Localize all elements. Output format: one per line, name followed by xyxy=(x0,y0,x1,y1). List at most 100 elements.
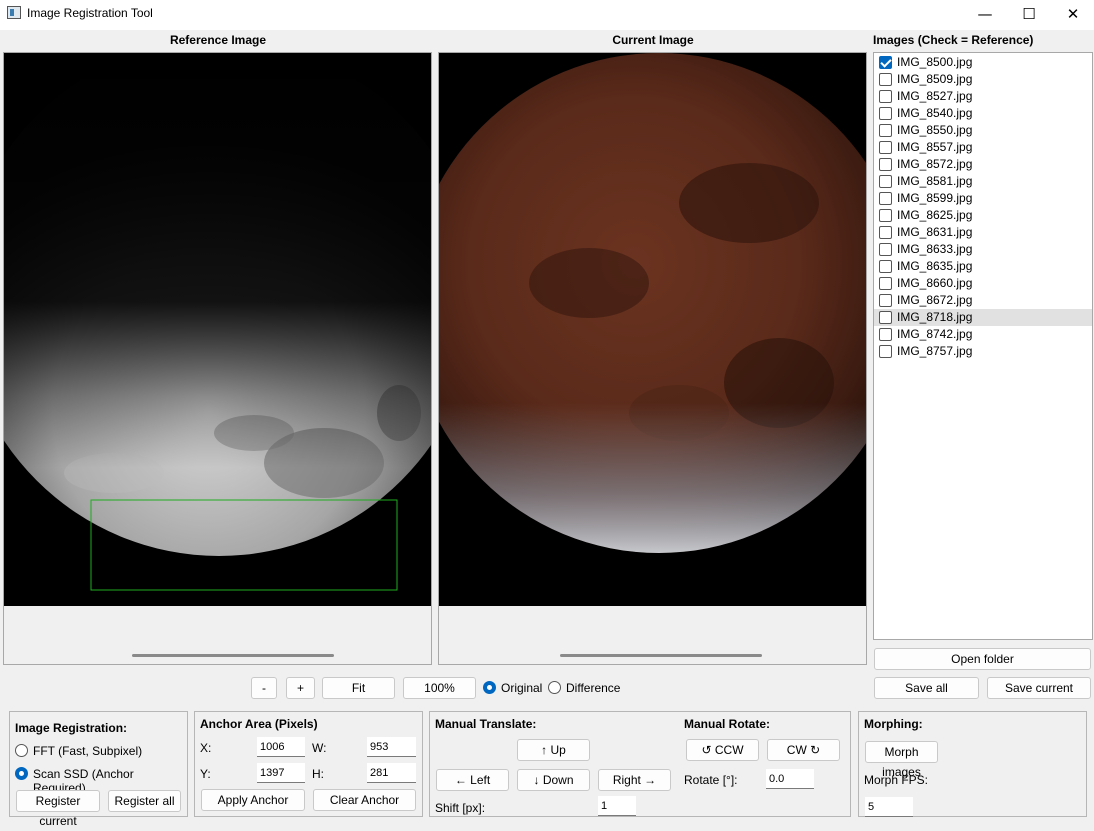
current-image-viewer[interactable] xyxy=(438,52,867,665)
image-list-item[interactable]: IMG_8660.jpg xyxy=(874,275,1092,292)
difference-label: Difference xyxy=(566,681,621,695)
morph-fps-label: Morph FPS: xyxy=(864,773,929,787)
image-list-item[interactable]: IMG_8635.jpg xyxy=(874,258,1092,275)
reference-checkbox[interactable] xyxy=(879,141,892,154)
anchor-x-input[interactable] xyxy=(257,737,305,757)
reference-checkbox[interactable] xyxy=(879,243,892,256)
rotate-input[interactable] xyxy=(766,769,814,789)
shift-input[interactable] xyxy=(598,796,636,816)
image-list-item[interactable]: IMG_8757.jpg xyxy=(874,343,1092,360)
open-folder-button[interactable]: Open folder xyxy=(874,648,1091,670)
reference-checkbox[interactable] xyxy=(879,260,892,273)
image-list-item[interactable]: IMG_8625.jpg xyxy=(874,207,1092,224)
image-list-item[interactable]: IMG_8742.jpg xyxy=(874,326,1092,343)
reference-checkbox[interactable] xyxy=(879,209,892,222)
image-filename: IMG_8500.jpg xyxy=(897,55,973,69)
apply-anchor-button[interactable]: Apply Anchor xyxy=(201,789,305,811)
image-filename: IMG_8509.jpg xyxy=(897,72,973,86)
reference-checkbox[interactable] xyxy=(879,328,892,341)
current-image-canvas[interactable] xyxy=(439,53,866,606)
reference-checkbox[interactable] xyxy=(879,226,892,239)
current-horizontal-scrollbar[interactable] xyxy=(560,654,762,657)
rotate-cw-button[interactable]: CW ↻ xyxy=(767,739,840,761)
rotate-label: Rotate [°]: xyxy=(684,773,738,787)
reference-checkbox[interactable] xyxy=(879,175,892,188)
image-filename: IMG_8672.jpg xyxy=(897,293,973,307)
reference-checkbox[interactable] xyxy=(879,311,892,324)
morph-images-button[interactable]: Morph images xyxy=(865,741,938,779)
reference-horizontal-scrollbar[interactable] xyxy=(132,654,334,657)
image-registration-group: Image Registration: FFT (Fast, Subpixel)… xyxy=(9,711,188,828)
image-list-item[interactable]: IMG_8581.jpg xyxy=(874,173,1092,190)
current-image-title: Current Image xyxy=(612,33,694,47)
reference-image-title: Reference Image xyxy=(169,33,267,47)
shift-label: Shift [px]: xyxy=(435,801,486,815)
reference-checkbox[interactable] xyxy=(879,277,892,290)
anchor-y-input[interactable] xyxy=(257,763,305,783)
anchor-x-label: X: xyxy=(200,741,212,755)
image-list-item[interactable]: IMG_8540.jpg xyxy=(874,105,1092,122)
anchor-area-group: Anchor Area (Pixels) X: W: Y: H: Apply A… xyxy=(194,711,423,817)
register-all-button[interactable]: Register all xyxy=(108,790,181,812)
image-list-item[interactable]: IMG_8557.jpg xyxy=(874,139,1092,156)
image-list-item[interactable]: IMG_8672.jpg xyxy=(874,292,1092,309)
reference-image-canvas[interactable] xyxy=(4,53,431,606)
fft-radio[interactable] xyxy=(15,744,28,757)
image-filename: IMG_8527.jpg xyxy=(897,89,973,103)
zoom-in-button[interactable]: + xyxy=(286,677,315,699)
translate-right-button[interactable]: Right → xyxy=(598,769,671,791)
reference-checkbox[interactable] xyxy=(879,107,892,120)
original-radio[interactable] xyxy=(483,681,496,694)
reference-checkbox[interactable] xyxy=(879,124,892,137)
maximize-button[interactable]: ☐ xyxy=(1006,0,1052,30)
translate-up-button[interactable]: ↑ Up xyxy=(517,739,590,761)
image-list-item[interactable]: IMG_8550.jpg xyxy=(874,122,1092,139)
image-list-item[interactable]: IMG_8631.jpg xyxy=(874,224,1092,241)
morph-fps-input[interactable] xyxy=(865,797,913,817)
anchor-h-input[interactable] xyxy=(367,763,416,783)
image-list-item[interactable]: IMG_8718.jpg xyxy=(874,309,1092,326)
reference-checkbox[interactable] xyxy=(879,158,892,171)
reference-checkbox[interactable] xyxy=(879,294,892,307)
reference-checkbox[interactable] xyxy=(879,73,892,86)
reference-image-viewer[interactable] xyxy=(3,52,432,665)
anchor-w-label: W: xyxy=(312,741,327,755)
zoom-fit-button[interactable]: Fit xyxy=(322,677,395,699)
difference-radio[interactable] xyxy=(548,681,561,694)
translate-left-button[interactable]: ← Left xyxy=(436,769,509,791)
zoom-100-button[interactable]: 100% xyxy=(403,677,476,699)
image-list-item[interactable]: IMG_8599.jpg xyxy=(874,190,1092,207)
image-filename: IMG_8742.jpg xyxy=(897,327,973,341)
image-filename: IMG_8718.jpg xyxy=(897,310,973,324)
image-filename: IMG_8631.jpg xyxy=(897,225,973,239)
image-list-item[interactable]: IMG_8500.jpg xyxy=(874,54,1092,71)
registration-title: Image Registration: xyxy=(15,721,128,735)
manual-rotate-title: Manual Rotate: xyxy=(684,717,771,731)
image-list-item[interactable]: IMG_8527.jpg xyxy=(874,88,1092,105)
fft-label: FFT (Fast, Subpixel) xyxy=(33,744,143,758)
image-list[interactable]: IMG_8500.jpg IMG_8509.jpg IMG_8527.jpg IMG_… xyxy=(873,52,1093,640)
image-list-item[interactable]: IMG_8572.jpg xyxy=(874,156,1092,173)
current-moon-image xyxy=(439,53,866,553)
title-bar: Image Registration Tool — ☐ ✕ xyxy=(0,0,1094,30)
save-all-button[interactable]: Save all xyxy=(874,677,979,699)
clear-anchor-button[interactable]: Clear Anchor xyxy=(313,789,416,811)
reference-checkbox[interactable] xyxy=(879,192,892,205)
image-list-item[interactable]: IMG_8509.jpg xyxy=(874,71,1092,88)
image-filename: IMG_8635.jpg xyxy=(897,259,973,273)
rotate-ccw-button[interactable]: ↺ CCW xyxy=(686,739,759,761)
reference-checkbox[interactable] xyxy=(879,56,892,69)
close-button[interactable]: ✕ xyxy=(1050,0,1094,30)
zoom-out-button[interactable]: - xyxy=(251,677,277,699)
image-list-item[interactable]: IMG_8633.jpg xyxy=(874,241,1092,258)
translate-down-button[interactable]: ↓ Down xyxy=(517,769,590,791)
reference-checkbox[interactable] xyxy=(879,345,892,358)
register-current-button[interactable]: Register current xyxy=(16,790,100,828)
anchor-w-input[interactable] xyxy=(367,737,416,757)
scan-ssd-radio[interactable] xyxy=(15,767,28,780)
anchor-area-title: Anchor Area (Pixels) xyxy=(200,717,318,731)
image-filename: IMG_8581.jpg xyxy=(897,174,973,188)
reference-checkbox[interactable] xyxy=(879,90,892,103)
save-current-button[interactable]: Save current xyxy=(987,677,1091,699)
minimize-button[interactable]: — xyxy=(962,0,1008,30)
